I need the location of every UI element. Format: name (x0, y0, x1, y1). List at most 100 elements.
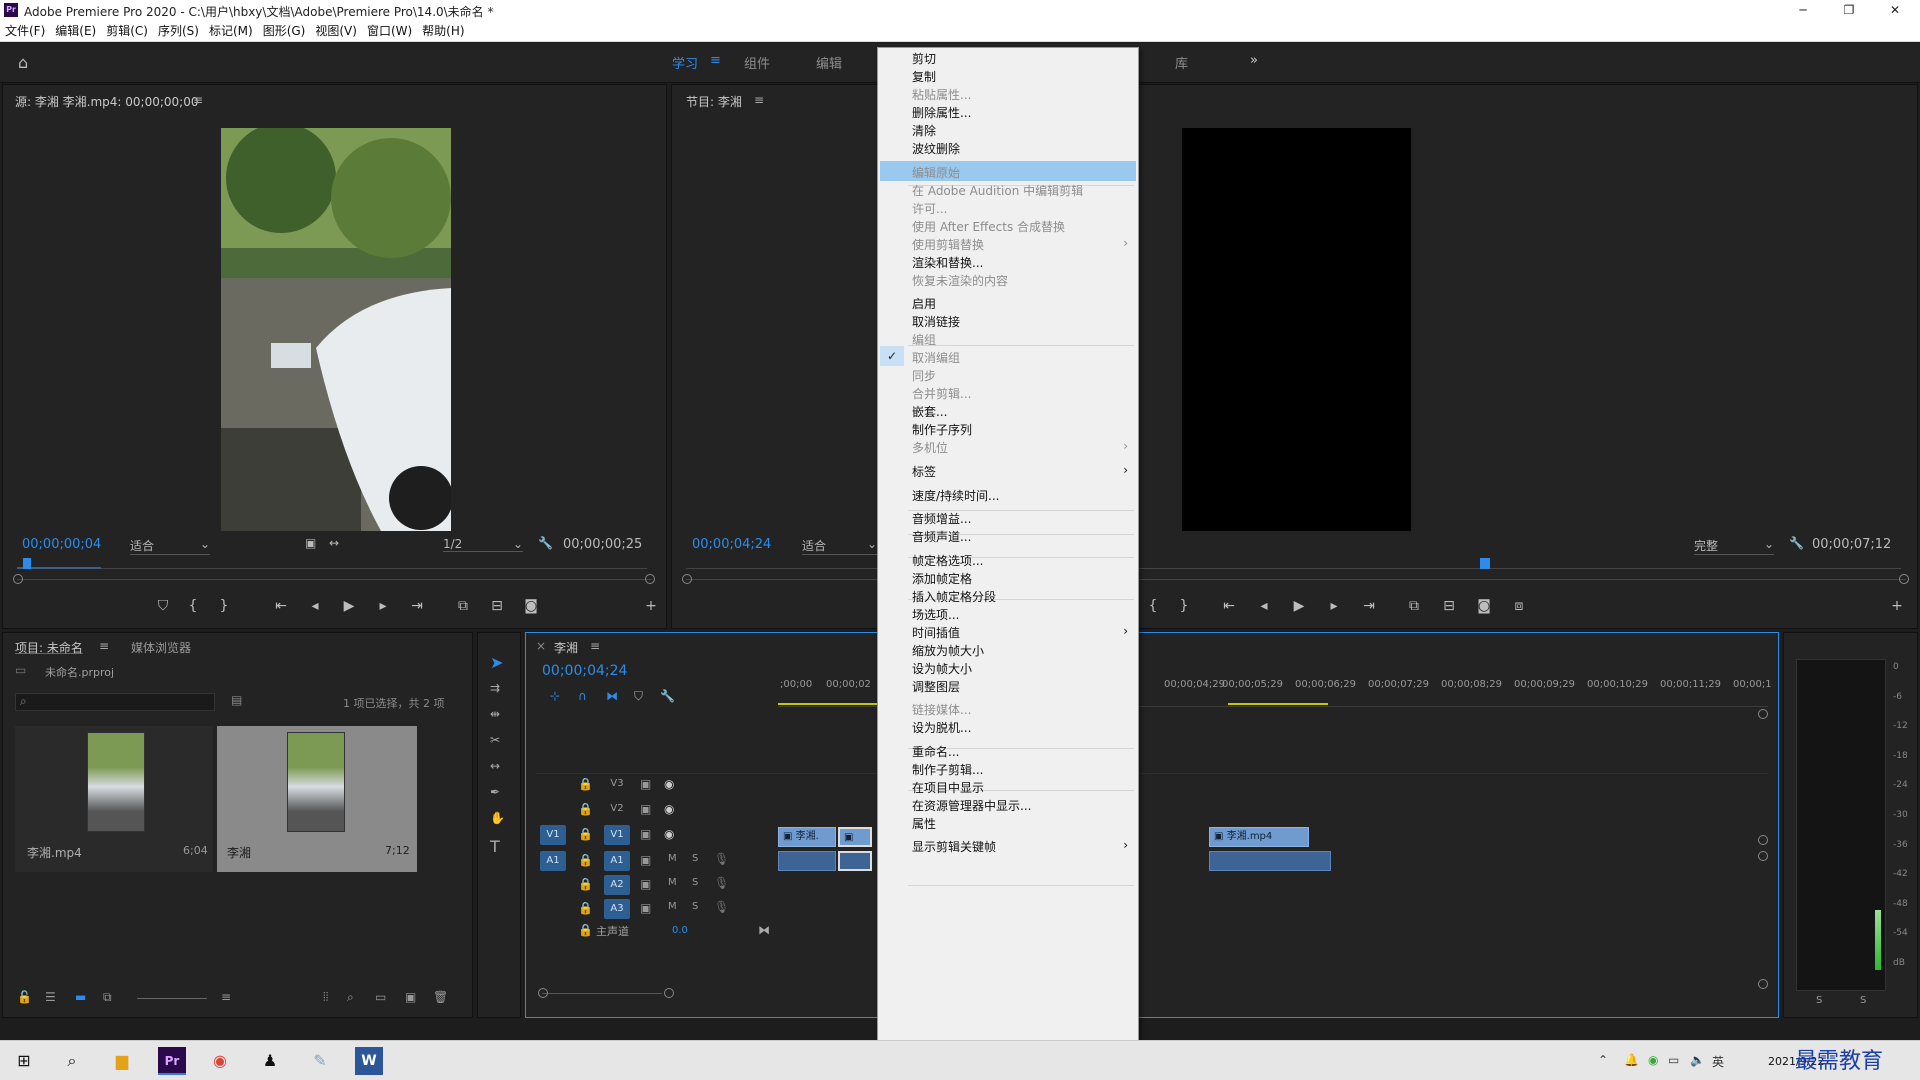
list-view-icon[interactable]: ☰ (45, 990, 56, 1004)
mute-button[interactable]: M (668, 901, 677, 912)
context-menu-item[interactable]: 在项目中显示 (912, 779, 984, 797)
minimize-button[interactable]: ─ (1780, 0, 1826, 21)
context-menu-item[interactable]: 嵌套... (912, 403, 947, 421)
tab-project[interactable]: 项目: 未命名 (15, 639, 83, 656)
toggle-sync-icon[interactable]: ▣ (640, 877, 651, 891)
context-menu-item[interactable]: 设为脱机... (912, 719, 971, 737)
menu-help[interactable]: 帮助(H) (417, 21, 469, 41)
trash-icon[interactable]: 🗑 (433, 990, 448, 1004)
solo-left-button[interactable]: S (1816, 995, 1822, 1006)
context-menu-item[interactable]: 属性 (912, 815, 936, 833)
eye-icon[interactable]: ◉ (664, 777, 674, 791)
type-tool-icon[interactable]: T (490, 837, 500, 856)
close-icon[interactable]: × (536, 639, 546, 653)
network-icon[interactable]: ▭ (1668, 1053, 1679, 1067)
search-icon[interactable]: ⌕ (58, 1047, 86, 1075)
zoom-slider[interactable] (137, 998, 207, 999)
zoom-handle-left[interactable] (13, 574, 23, 584)
context-menu-item[interactable]: 音频声道... (912, 528, 971, 546)
scroll-handle[interactable] (1758, 851, 1768, 861)
zoom-handle-right[interactable] (645, 574, 655, 584)
tray-chevron-icon[interactable]: ⌃ (1598, 1053, 1608, 1067)
lift-icon[interactable]: ⧉ (1404, 598, 1424, 614)
eye-icon[interactable]: ◉ (664, 827, 674, 841)
new-search-bin-icon[interactable]: ▤ (231, 693, 242, 707)
program-fit-dropdown[interactable]: 适合 ⌄ (802, 537, 877, 555)
source-fit-dropdown[interactable]: 适合 ⌄ (130, 537, 210, 555)
zoom-handle-left[interactable] (682, 574, 692, 584)
go-to-end-icon[interactable]: ⧓ (758, 923, 770, 937)
menu-graphics[interactable]: 图形(G) (258, 21, 311, 41)
master-volume-value[interactable]: 0.0 (672, 925, 688, 936)
pen-tool-icon[interactable]: ✒ (490, 785, 500, 799)
wrench-icon[interactable]: 🔧 (538, 536, 553, 550)
mark-out-icon[interactable]: } (1174, 598, 1194, 614)
context-menu-item[interactable]: 波纹删除 (912, 140, 960, 158)
step-back-icon[interactable]: ◂ (305, 598, 325, 614)
context-menu-item[interactable]: 重命名... (912, 743, 959, 761)
program-time-ruler[interactable] (686, 558, 1901, 569)
lock-icon[interactable]: 🔒 (578, 802, 593, 816)
lock-icon[interactable]: 🔒 (578, 853, 593, 867)
track-v2-label[interactable]: V2 (604, 800, 630, 818)
snap-icon[interactable]: ∩ (578, 689, 587, 703)
go-to-out-icon[interactable]: ⇥ (407, 598, 427, 614)
context-menu-item[interactable]: 显示剪辑关键帧 (912, 838, 996, 856)
source-patch-v1[interactable]: V1 (540, 825, 566, 845)
panel-menu-icon[interactable]: ≡ (590, 639, 600, 653)
timeline-settings-icon[interactable]: 🔧 (660, 689, 675, 703)
menu-file[interactable]: 文件(F) (0, 21, 50, 41)
menu-view[interactable]: 视图(V) (310, 21, 362, 41)
zoom-handle-right[interactable] (664, 988, 674, 998)
restore-button[interactable]: ❐ (1826, 0, 1872, 21)
project-item-clip[interactable]: 李湘.mp4 6;04 (15, 726, 213, 872)
microphone-icon[interactable]: 🎙 (714, 852, 729, 866)
mark-out-icon[interactable]: } (214, 598, 234, 614)
microphone-icon[interactable]: 🎙 (714, 876, 729, 890)
context-menu-item[interactable]: 缩放为帧大小 (912, 642, 984, 660)
freeform-view-icon[interactable]: ⧉ (103, 990, 112, 1005)
compare-view-icon[interactable]: ⧈ (1509, 598, 1529, 614)
track-select-tool-icon[interactable]: ⇉ (490, 681, 500, 695)
menu-edit[interactable]: 编辑(E) (50, 21, 101, 41)
zoom-handle-left[interactable] (538, 988, 548, 998)
context-menu-item[interactable]: 速度/持续时间... (912, 487, 1000, 505)
context-menu-item[interactable]: 添加帧定格 (912, 570, 972, 588)
file-explorer-icon[interactable]: ▆ (108, 1047, 136, 1075)
timeline-audio-clip-a1[interactable] (778, 851, 836, 871)
mark-in-icon[interactable]: { (183, 598, 203, 614)
timeline-audio-clip-a1[interactable] (1209, 851, 1331, 871)
find-icon[interactable]: ⌕ (347, 990, 354, 1005)
add-button-icon[interactable]: + (641, 598, 661, 614)
workspace-assembly[interactable]: 组件 (744, 53, 770, 72)
context-menu-item[interactable]: 取消链接 (912, 313, 960, 331)
add-button-icon[interactable]: + (1887, 598, 1907, 614)
close-button[interactable]: ✕ (1872, 0, 1918, 21)
step-forward-icon[interactable]: ▸ (1324, 598, 1344, 614)
context-menu-item[interactable]: 时间插值 (912, 624, 960, 642)
hand-tool-icon[interactable]: ✋ (490, 811, 505, 825)
track-a1-label[interactable]: A1 (604, 851, 630, 871)
mark-in-icon[interactable]: { (1143, 598, 1163, 614)
mute-button[interactable]: M (668, 877, 677, 888)
timeline-clip-v1[interactable]: ▣ 李湘.mp4 (1209, 827, 1309, 847)
panel-menu-icon[interactable]: ≡ (99, 639, 109, 653)
eye-icon[interactable]: ◉ (664, 802, 674, 816)
context-menu-item[interactable]: 删除属性... (912, 104, 971, 122)
word-icon[interactable]: W (355, 1047, 383, 1075)
track-v3-label[interactable]: V3 (604, 775, 630, 793)
home-icon[interactable]: ⌂ (18, 53, 28, 72)
source-zoom-bar[interactable] (17, 579, 652, 580)
track-a2-label[interactable]: A2 (604, 875, 630, 895)
context-menu-item[interactable]: 帧定格选项... (912, 552, 983, 570)
context-menu-item[interactable]: 标签 (912, 463, 936, 481)
step-back-icon[interactable]: ◂ (1254, 598, 1274, 614)
nest-toggle-icon[interactable]: ⊹ (550, 689, 560, 703)
context-menu-item[interactable]: 制作子剪辑... (912, 761, 983, 779)
timeline-audio-clip-a1-selected[interactable] (838, 851, 872, 871)
context-menu-item[interactable]: 清除 (912, 122, 936, 140)
overwrite-clip-icon[interactable]: ⊟ (487, 598, 507, 614)
lock-icon[interactable]: 🔒 (578, 901, 593, 915)
timeline-tab[interactable]: 李湘 (554, 639, 578, 656)
source-playhead[interactable] (23, 558, 31, 569)
